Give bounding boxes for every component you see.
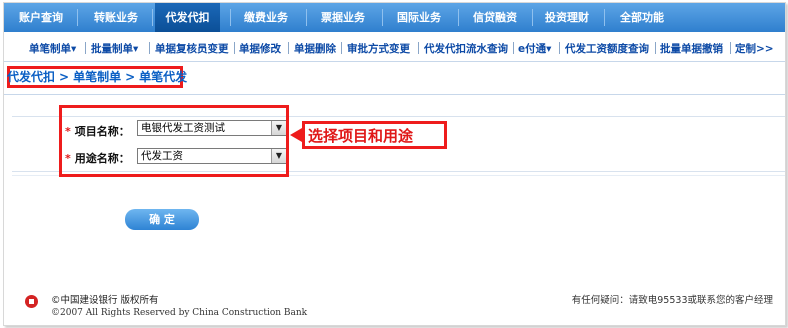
ccb-logo-icon (25, 295, 38, 308)
submenu-flow-query[interactable]: 代发代扣流水查询 (424, 41, 508, 56)
submenu-batch-revoke[interactable]: 批量单据撤销 (660, 41, 723, 56)
submenu-modify[interactable]: 单据修改 (239, 41, 281, 56)
form-highlight (59, 105, 289, 177)
tab-account-query[interactable]: 账户查询 (12, 3, 70, 32)
submenu-approval-change[interactable]: 审批方式变更 (347, 41, 410, 56)
page-frame: 账户查询 转账业务 代发代扣 缴费业务 票据业务 国际业务 信贷融资 投资理财 … (3, 2, 786, 326)
tab-all-functions[interactable]: 全部功能 (610, 3, 674, 32)
submenu-delete[interactable]: 单据删除 (294, 41, 336, 56)
submenu-batch-entry[interactable]: 批量制单▾ (91, 41, 138, 56)
tab-investment[interactable]: 投资理财 (537, 3, 597, 32)
top-nav: 账户查询 转账业务 代发代扣 缴费业务 票据业务 国际业务 信贷融资 投资理财 … (4, 3, 785, 32)
tab-notes[interactable]: 票据业务 (311, 3, 375, 32)
tab-international[interactable]: 国际业务 (387, 3, 451, 32)
callout-pointer (290, 128, 302, 142)
breadcrumb-current: 单笔代发 (139, 70, 188, 84)
tab-transfer[interactable]: 转账业务 (84, 3, 148, 32)
submenu-reviewer-change[interactable]: 单据复核员变更 (155, 41, 229, 56)
callout-text: 选择项目和用途 (308, 127, 414, 145)
submenu-epay[interactable]: e付通▾ (518, 41, 551, 56)
submenu-quota-query[interactable]: 代发工资额度查询 (565, 41, 649, 56)
breadcrumb: 代发代扣 > 单笔制单 > 单笔代发 (7, 70, 188, 84)
submenu-single-entry[interactable]: 单笔制单▾ (29, 41, 76, 56)
tab-bill-payment[interactable]: 缴费业务 (235, 3, 297, 32)
breadcrumb-item[interactable]: 代发代扣 (7, 70, 55, 84)
tab-credit[interactable]: 信贷融资 (464, 3, 526, 32)
footer-copyright: ©2007 All Rights Reserved by China Const… (51, 308, 308, 318)
footer-bank-line: ©中国建设银行 版权所有 (51, 295, 159, 306)
breadcrumb-item[interactable]: 单笔制单 (73, 70, 121, 84)
tab-payroll[interactable]: 代发代扣 (155, 3, 220, 32)
submenu-customize[interactable]: 定制>> (735, 41, 774, 56)
confirm-button[interactable]: 确 定 (125, 209, 199, 230)
footer-contact: 有任何疑问：请致电95533或联系您的客户经理 (571, 295, 773, 306)
sub-menu: 单笔制单▾ 批量制单▾ 单据复核员变更 单据修改 单据删除 审批方式变更 代发代… (4, 38, 785, 58)
